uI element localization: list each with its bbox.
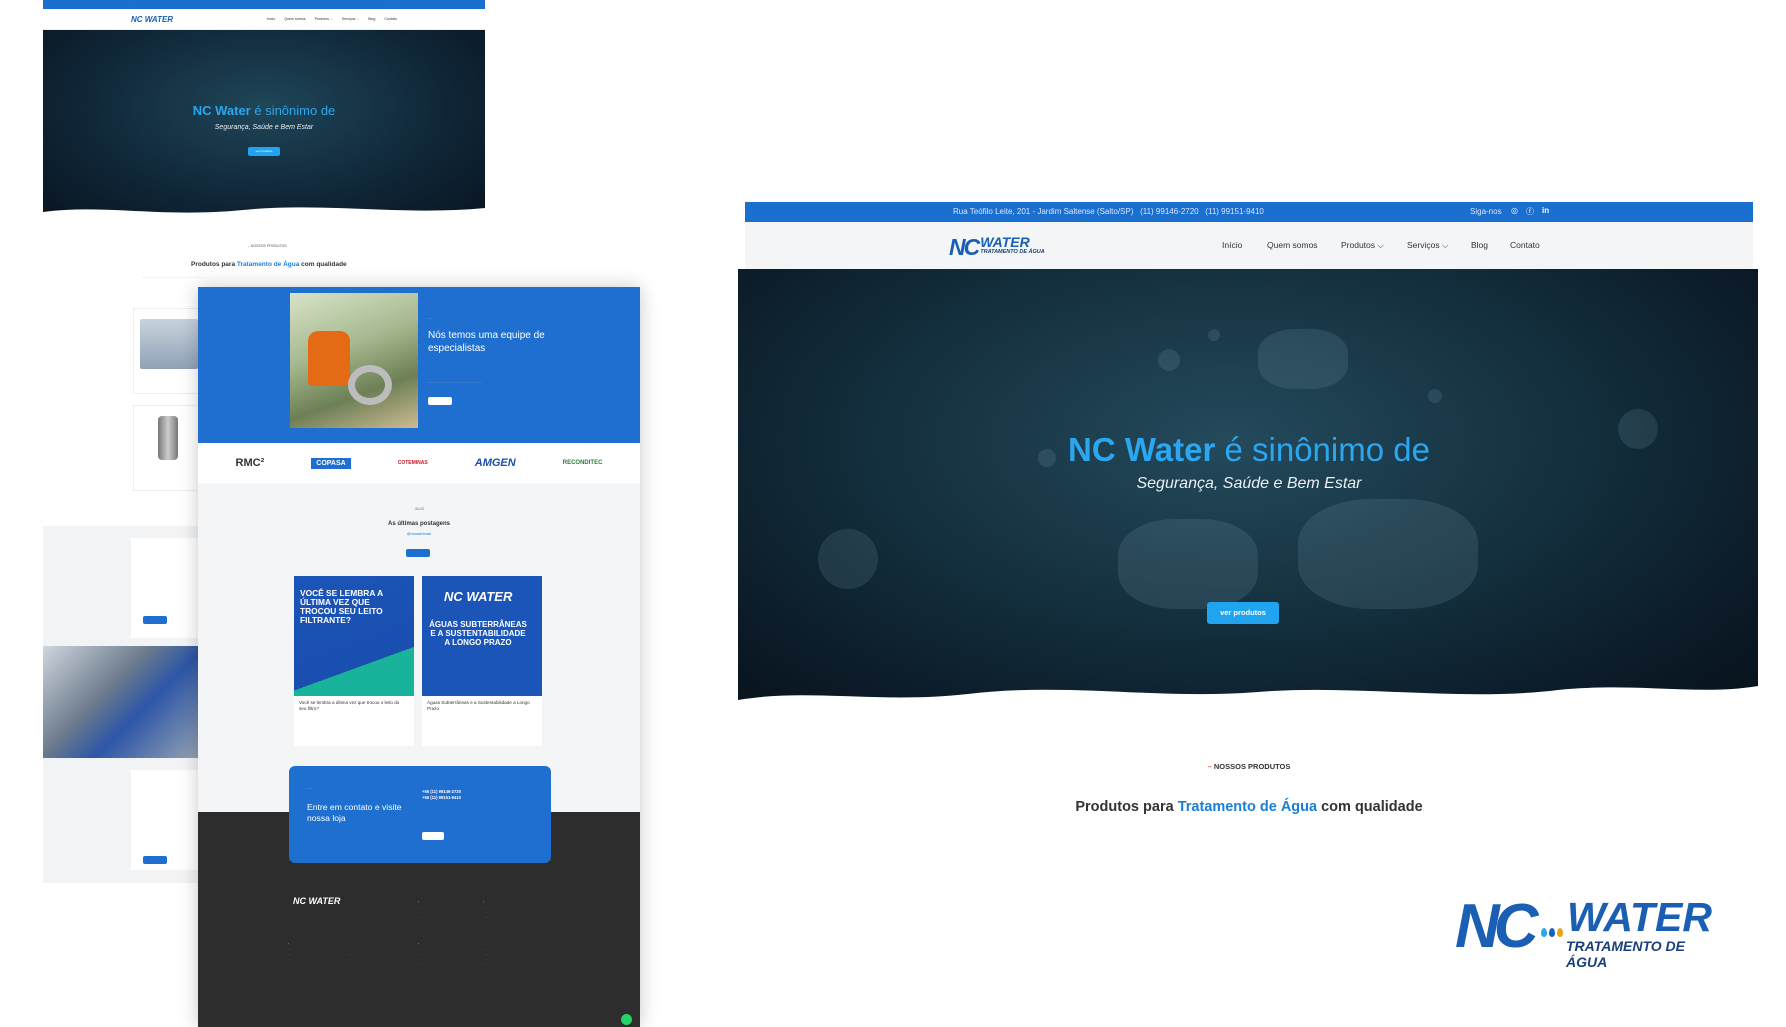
preview-topbar: · · · ·: [43, 0, 485, 9]
product-card: [133, 405, 203, 491]
preview-page-top: · · · · NC WATER Início Quem somos Produt…: [43, 0, 485, 230]
contact-phones: +55 (11) 99146-2720 +55 (11) 99151-9410: [422, 789, 462, 800]
footer-logo: NC WATER: [293, 896, 341, 906]
hero-subtitle: Segurança, Saúde e Bem Estar: [1136, 475, 1362, 492]
see-products-button[interactable]: ver produtos: [1207, 602, 1279, 624]
brand-logo-sub: TRATAMENTO DE ÁGUA: [1566, 938, 1685, 970]
preview-hero-title: NC Water é sinônimo de: [192, 103, 336, 118]
blog-title: As últimas postagens: [387, 521, 450, 527]
partner-logo: RMC²: [235, 457, 265, 469]
facebook-icon[interactable]: ⓕ: [1526, 206, 1534, 217]
navbar: NC WATER TRATAMENTO DE ÁGUA Início Quem s…: [745, 222, 1753, 269]
blog-post-card: NC WATER Águas subterrâneas e a sustenta…: [422, 576, 542, 746]
whatsapp-icon: [621, 1014, 632, 1025]
hero-title: NC Water é sinônimo de: [1068, 431, 1430, 468]
main-page: Rua Teófilo Leite, 201 - Jardim Saltense…: [738, 202, 1758, 822]
instagram-icon[interactable]: ◎: [1511, 206, 1518, 215]
post-logo: NC WATER: [444, 589, 513, 604]
nav-item-quem-somos[interactable]: Quem somos: [1267, 240, 1318, 250]
partner-logo: COTEMINAS: [397, 460, 428, 466]
brand-logo: NC WATER TRATAMENTO DE ÁGUA: [1455, 892, 1720, 971]
preview-hero-button: ver produtos: [248, 147, 280, 156]
blog-post-caption: Você se lembra a última vez que trocou o…: [299, 700, 400, 711]
partner-logo: COPASA: [311, 457, 351, 469]
topbar-follow: Siga-nos: [1470, 207, 1502, 216]
nav-item-produtos[interactable]: Produtos ⌵: [1341, 240, 1384, 251]
topbar: Rua Teófilo Leite, 201 - Jardim Saltense…: [745, 202, 1753, 222]
brand-logo-word: WATER: [1567, 894, 1713, 940]
contact-button: ·: [422, 832, 444, 840]
preview-hero-subtitle: Segurança, Saúde e Bem Estar: [214, 124, 314, 131]
partner-logo: AMGEN: [474, 457, 516, 469]
nav-item-contato[interactable]: Contato: [1510, 240, 1540, 250]
partner-logos: RMC² COPASA COTEMINAS AMGEN RECONDITEC: [198, 443, 640, 483]
products-title: Produtos para Tratamento de Água com qua…: [1075, 799, 1423, 815]
products-tag: – NOSSOS PRODUTOS: [1207, 762, 1291, 771]
preview-products-title: Produtos para Tratamento de Água com qua…: [191, 261, 347, 268]
product-card: [133, 308, 203, 394]
logo-mark: NC: [949, 233, 980, 260]
nav-item-inicio[interactable]: Início: [1222, 240, 1242, 250]
blog-button: ·: [406, 549, 430, 557]
preview-page-front: · · · Nós temos uma equipe de especialis…: [198, 287, 640, 1027]
preview-menu: Início Quem somos Produtos ⌵ Serviços ⌵ …: [266, 17, 397, 21]
service-block: [43, 526, 203, 646]
hero-section: ver produtos: [738, 269, 1758, 722]
contact-card: · · · Entre em contato e visite nossa lo…: [289, 766, 551, 863]
team-section: · · · Nós temos uma equipe de especialis…: [198, 287, 640, 443]
topbar-address: Rua Teófilo Leite, 201 - Jardim Saltense…: [953, 207, 1264, 216]
preview-products-tag: – NOSSOS PRODUTOS: [248, 244, 287, 248]
linkedin-icon[interactable]: in: [1542, 206, 1549, 215]
preview-logo: NC WATER: [131, 14, 174, 24]
water-drops-icon: [1541, 928, 1563, 937]
brand-logo-mark: NC: [1455, 892, 1539, 961]
preview-nav: NC WATER Início Quem somos Produtos ⌵ Se…: [43, 9, 485, 30]
contact-title: Entre em contato e visite nossa loja: [307, 802, 402, 823]
preview-hero: NC Water é sinônimo de Segurança, Saúde …: [43, 30, 485, 224]
hero-wave: [738, 686, 1758, 722]
preview-products-paragraph: · · · · · · · · · · · · · · · · · · · · …: [143, 276, 207, 280]
service-image: [43, 646, 203, 758]
partner-logo: RECONDITEC: [562, 460, 603, 466]
blog-post-caption: Águas Subterrâneas e a Sustentabilidade …: [427, 700, 530, 711]
nav-item-servicos[interactable]: Serviços ⌵: [1407, 240, 1448, 251]
blog-handle: @ncwaterbrasil: [406, 532, 432, 536]
nav-item-blog[interactable]: Blog: [1471, 240, 1488, 250]
team-photo: [290, 293, 418, 428]
team-button: ·: [428, 397, 452, 405]
site-logo[interactable]: NC WATER TRATAMENTO DE ÁGUA: [949, 233, 1045, 260]
blog-post-title: Águas subterrâneas e a sustentabilidade …: [429, 620, 527, 647]
blog-post-title: Você se lembra a última vez que trocou s…: [300, 588, 383, 625]
preview-wave: [43, 207, 485, 224]
service-block: [43, 758, 203, 883]
blog-post-card: Você se lembra a última vez que trocou s…: [294, 576, 414, 746]
team-title: Nós temos uma equipe de especialistas: [428, 330, 545, 354]
